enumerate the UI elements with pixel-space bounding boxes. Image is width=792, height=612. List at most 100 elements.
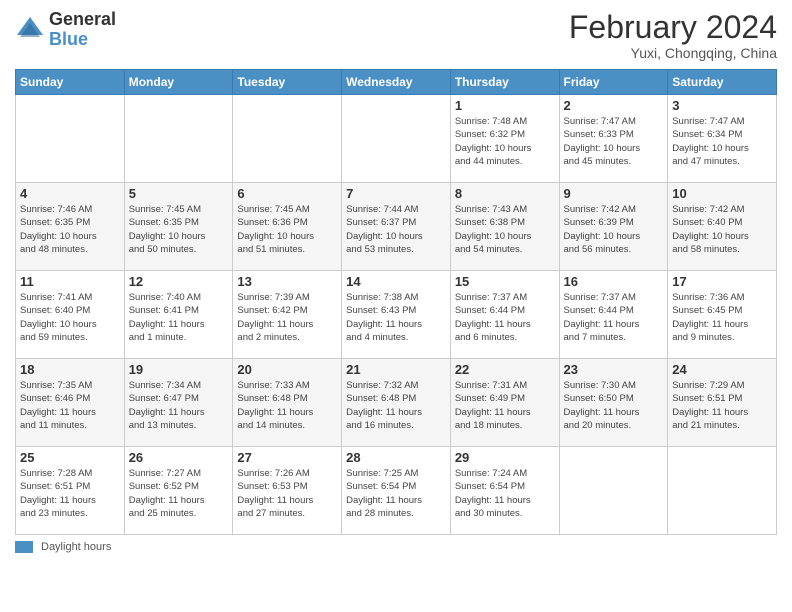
- day-number: 4: [20, 186, 120, 201]
- calendar-week-4: 18 Sunrise: 7:35 AMSunset: 6:46 PMDayligh…: [16, 359, 777, 447]
- weekday-header-friday: Friday: [559, 70, 668, 95]
- day-info: Sunrise: 7:38 AMSunset: 6:43 PMDaylight:…: [346, 291, 446, 344]
- calendar-cell: 7 Sunrise: 7:44 AMSunset: 6:37 PMDaylight…: [342, 183, 451, 271]
- calendar-cell: 28Sunrise: 7:25 AMSunset: 6:54 PMDayligh…: [342, 447, 451, 535]
- day-info: Sunrise: 7:47 AMSunset: 6:33 PMDaylight:…: [564, 115, 664, 168]
- calendar-week-2: 4 Sunrise: 7:46 AMSunset: 6:35 PMDaylight…: [16, 183, 777, 271]
- day-number: 5: [129, 186, 229, 201]
- weekday-header-sunday: Sunday: [16, 70, 125, 95]
- day-number: 20: [237, 362, 337, 377]
- calendar-cell: 20 Sunrise: 7:33 AMSunset: 6:48 PMDayligh…: [233, 359, 342, 447]
- page: General Blue February 2024 Yuxi, Chongqi…: [0, 0, 792, 612]
- calendar-week-3: 11 Sunrise: 7:41 AMSunset: 6:40 PMDayligh…: [16, 271, 777, 359]
- day-info: Sunrise: 7:25 AMSunset: 6:54 PMDaylight:…: [346, 467, 446, 520]
- day-info: Sunrise: 7:35 AMSunset: 6:46 PMDaylight:…: [20, 379, 120, 432]
- logo: General Blue: [15, 10, 116, 50]
- day-number: 14: [346, 274, 446, 289]
- calendar-cell: 10 Sunrise: 7:42 AMSunset: 6:40 PMDayligh…: [668, 183, 777, 271]
- weekday-header-monday: Monday: [124, 70, 233, 95]
- day-number: 25: [20, 450, 120, 465]
- calendar-cell: 24 Sunrise: 7:29 AMSunset: 6:51 PMDayligh…: [668, 359, 777, 447]
- day-info: Sunrise: 7:41 AMSunset: 6:40 PMDaylight:…: [20, 291, 120, 344]
- day-number: 8: [455, 186, 555, 201]
- day-info: Sunrise: 7:28 AMSunset: 6:51 PMDaylight:…: [20, 467, 120, 520]
- day-number: 1: [455, 98, 555, 113]
- calendar-cell: 26 Sunrise: 7:27 AMSunset: 6:52 PMDayligh…: [124, 447, 233, 535]
- calendar-cell: 13 Sunrise: 7:39 AMSunset: 6:42 PMDayligh…: [233, 271, 342, 359]
- calendar-week-5: 25 Sunrise: 7:28 AMSunset: 6:51 PMDayligh…: [16, 447, 777, 535]
- day-number: 22: [455, 362, 555, 377]
- logo-text: General Blue: [49, 10, 116, 50]
- weekday-header-wednesday: Wednesday: [342, 70, 451, 95]
- day-number: 27: [237, 450, 337, 465]
- calendar-cell: [233, 95, 342, 183]
- day-info: Sunrise: 7:32 AMSunset: 6:48 PMDaylight:…: [346, 379, 446, 432]
- day-info: Sunrise: 7:43 AMSunset: 6:38 PMDaylight:…: [455, 203, 555, 256]
- day-number: 24: [672, 362, 772, 377]
- calendar-cell: 8 Sunrise: 7:43 AMSunset: 6:38 PMDaylight…: [450, 183, 559, 271]
- day-info: Sunrise: 7:34 AMSunset: 6:47 PMDaylight:…: [129, 379, 229, 432]
- day-number: 6: [237, 186, 337, 201]
- title-block: February 2024 Yuxi, Chongqing, China: [569, 10, 777, 61]
- day-info: Sunrise: 7:46 AMSunset: 6:35 PMDaylight:…: [20, 203, 120, 256]
- calendar-cell: 1 Sunrise: 7:48 AMSunset: 6:32 PMDaylight…: [450, 95, 559, 183]
- day-info: Sunrise: 7:44 AMSunset: 6:37 PMDaylight:…: [346, 203, 446, 256]
- calendar-table: SundayMondayTuesdayWednesdayThursdayFrid…: [15, 69, 777, 535]
- day-number: 18: [20, 362, 120, 377]
- day-info: Sunrise: 7:39 AMSunset: 6:42 PMDaylight:…: [237, 291, 337, 344]
- calendar-cell: 11 Sunrise: 7:41 AMSunset: 6:40 PMDayligh…: [16, 271, 125, 359]
- day-number: 13: [237, 274, 337, 289]
- legend: Daylight hours: [15, 541, 777, 553]
- day-info: Sunrise: 7:47 AMSunset: 6:34 PMDaylight:…: [672, 115, 772, 168]
- calendar-cell: [124, 95, 233, 183]
- day-info: Sunrise: 7:42 AMSunset: 6:40 PMDaylight:…: [672, 203, 772, 256]
- calendar-week-1: 1 Sunrise: 7:48 AMSunset: 6:32 PMDaylight…: [16, 95, 777, 183]
- day-info: Sunrise: 7:48 AMSunset: 6:32 PMDaylight:…: [455, 115, 555, 168]
- day-info: Sunrise: 7:45 AMSunset: 6:35 PMDaylight:…: [129, 203, 229, 256]
- calendar-cell: 21 Sunrise: 7:32 AMSunset: 6:48 PMDayligh…: [342, 359, 451, 447]
- day-info: Sunrise: 7:40 AMSunset: 6:41 PMDaylight:…: [129, 291, 229, 344]
- day-number: 21: [346, 362, 446, 377]
- calendar-cell: 9 Sunrise: 7:42 AMSunset: 6:39 PMDaylight…: [559, 183, 668, 271]
- calendar-cell: 23Sunrise: 7:30 AMSunset: 6:50 PMDayligh…: [559, 359, 668, 447]
- day-number: 9: [564, 186, 664, 201]
- calendar-cell: 15 Sunrise: 7:37 AMSunset: 6:44 PMDayligh…: [450, 271, 559, 359]
- day-info: Sunrise: 7:30 AMSunset: 6:50 PMDaylight:…: [564, 379, 664, 432]
- logo-blue: Blue: [49, 30, 116, 50]
- calendar-cell: 3Sunrise: 7:47 AMSunset: 6:34 PMDaylight…: [668, 95, 777, 183]
- calendar-cell: 19 Sunrise: 7:34 AMSunset: 6:47 PMDayligh…: [124, 359, 233, 447]
- weekday-header-row: SundayMondayTuesdayWednesdayThursdayFrid…: [16, 70, 777, 95]
- day-info: Sunrise: 7:37 AMSunset: 6:44 PMDaylight:…: [455, 291, 555, 344]
- calendar-cell: 2Sunrise: 7:47 AMSunset: 6:33 PMDaylight…: [559, 95, 668, 183]
- day-number: 19: [129, 362, 229, 377]
- calendar-cell: [559, 447, 668, 535]
- day-info: Sunrise: 7:42 AMSunset: 6:39 PMDaylight:…: [564, 203, 664, 256]
- day-number: 10: [672, 186, 772, 201]
- day-number: 15: [455, 274, 555, 289]
- calendar-cell: 18 Sunrise: 7:35 AMSunset: 6:46 PMDayligh…: [16, 359, 125, 447]
- weekday-header-saturday: Saturday: [668, 70, 777, 95]
- calendar-cell: 5 Sunrise: 7:45 AMSunset: 6:35 PMDaylight…: [124, 183, 233, 271]
- day-info: Sunrise: 7:31 AMSunset: 6:49 PMDaylight:…: [455, 379, 555, 432]
- day-number: 11: [20, 274, 120, 289]
- day-info: Sunrise: 7:33 AMSunset: 6:48 PMDaylight:…: [237, 379, 337, 432]
- header: General Blue February 2024 Yuxi, Chongqi…: [15, 10, 777, 61]
- day-info: Sunrise: 7:26 AMSunset: 6:53 PMDaylight:…: [237, 467, 337, 520]
- calendar-cell: [16, 95, 125, 183]
- calendar-cell: 25 Sunrise: 7:28 AMSunset: 6:51 PMDayligh…: [16, 447, 125, 535]
- logo-icon: [15, 15, 45, 45]
- day-info: Sunrise: 7:37 AMSunset: 6:44 PMDaylight:…: [564, 291, 664, 344]
- day-info: Sunrise: 7:36 AMSunset: 6:45 PMDaylight:…: [672, 291, 772, 344]
- day-info: Sunrise: 7:29 AMSunset: 6:51 PMDaylight:…: [672, 379, 772, 432]
- calendar-cell: 4 Sunrise: 7:46 AMSunset: 6:35 PMDaylight…: [16, 183, 125, 271]
- day-info: Sunrise: 7:27 AMSunset: 6:52 PMDaylight:…: [129, 467, 229, 520]
- day-info: Sunrise: 7:45 AMSunset: 6:36 PMDaylight:…: [237, 203, 337, 256]
- calendar-cell: [342, 95, 451, 183]
- day-number: 7: [346, 186, 446, 201]
- day-number: 26: [129, 450, 229, 465]
- calendar-cell: 22 Sunrise: 7:31 AMSunset: 6:49 PMDayligh…: [450, 359, 559, 447]
- legend-color: [15, 541, 33, 553]
- day-number: 16: [564, 274, 664, 289]
- day-number: 12: [129, 274, 229, 289]
- weekday-header-thursday: Thursday: [450, 70, 559, 95]
